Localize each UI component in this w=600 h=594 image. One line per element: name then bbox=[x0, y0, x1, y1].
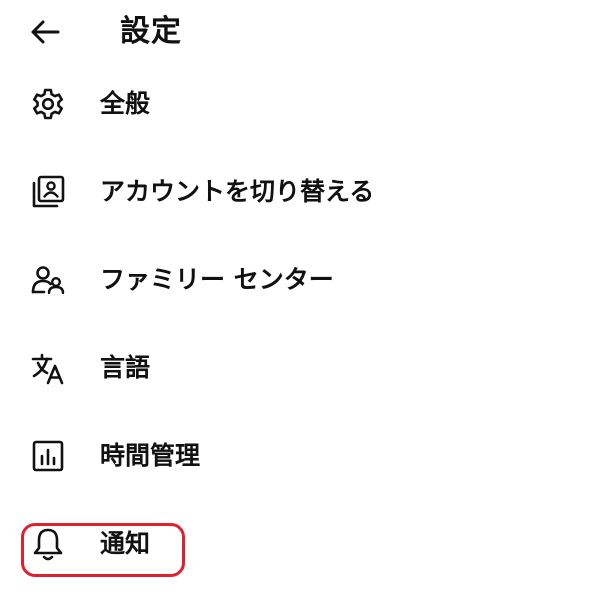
menu-item-label: 全般 bbox=[100, 89, 151, 118]
menu-item-switch-account[interactable]: アカウントを切り替える bbox=[0, 150, 600, 230]
menu-item-label: ファミリー センター bbox=[100, 265, 334, 294]
bell-icon bbox=[28, 524, 68, 564]
menu-item-general[interactable]: 全般 bbox=[0, 62, 600, 142]
menu-item-notifications[interactable]: 通知 bbox=[0, 502, 600, 582]
back-button[interactable] bbox=[26, 12, 66, 52]
family-icon bbox=[28, 260, 68, 300]
gear-icon bbox=[28, 84, 68, 124]
menu-item-label: アカウントを切り替える bbox=[100, 177, 375, 206]
page-title: 設定 bbox=[120, 14, 182, 49]
menu-item-family-center[interactable]: ファミリー センター bbox=[0, 238, 600, 318]
translate-icon bbox=[28, 348, 68, 388]
menu-item-label: 時間管理 bbox=[100, 441, 201, 470]
menu-item-language[interactable]: 言語 bbox=[0, 326, 600, 406]
arrow-left-icon bbox=[28, 14, 64, 50]
menu-item-label: 通知 bbox=[100, 529, 151, 558]
switch-account-icon bbox=[28, 172, 68, 212]
menu-item-label: 言語 bbox=[100, 353, 151, 382]
menu-item-screen-time[interactable]: 時間管理 bbox=[0, 414, 600, 494]
bar-chart-icon bbox=[28, 436, 68, 476]
top-app-bar: 設定 bbox=[0, 0, 600, 62]
